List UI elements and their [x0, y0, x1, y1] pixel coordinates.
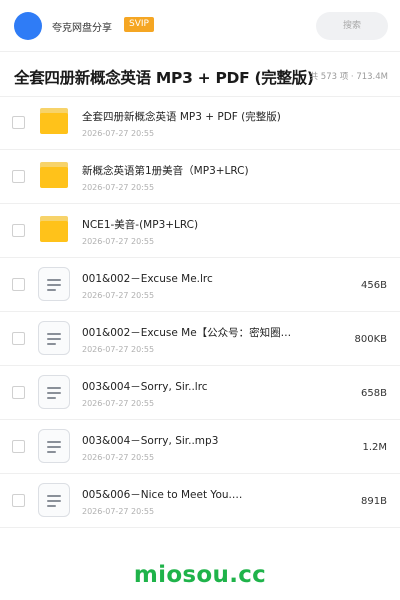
select-checkbox[interactable] [12, 386, 25, 399]
select-checkbox[interactable] [12, 440, 25, 453]
file-date: 2026-07-27 20:55 [82, 129, 155, 138]
file-row[interactable]: 003&004－Sorry, Sir..mp3 2026-07-27 20:55… [0, 420, 400, 474]
file-row[interactable]: 全套四册新概念英语 MP3 + PDF (完整版) 2026-07-27 20:… [0, 96, 400, 150]
file-size: 800KB [354, 334, 387, 345]
file-name: 新概念英语第1册美音（MP3+LRC) [82, 165, 249, 177]
svip-badge: SVIP [124, 17, 154, 32]
watermark: miosou.cc [133, 562, 267, 588]
file-row[interactable]: 005&006－Nice to Meet You.… 2026-07-27 20… [0, 474, 400, 528]
file-size: 1.2M [362, 442, 387, 453]
file-date: 2026-07-27 20:55 [82, 291, 155, 300]
file-list: 全套四册新概念英语 MP3 + PDF (完整版) 2026-07-27 20:… [0, 96, 400, 528]
document-icon [38, 267, 70, 301]
item-summary: 共 573 项 · 713.4M [309, 72, 388, 82]
file-date: 2026-07-27 20:55 [82, 345, 155, 354]
file-size: 658B [361, 388, 387, 399]
folder-icon [40, 216, 68, 242]
file-date: 2026-07-27 20:55 [82, 399, 155, 408]
header: 夸克网盘分享 SVIP [0, 0, 400, 52]
file-name: 003&004－Sorry, Sir..mp3 [82, 435, 219, 447]
document-icon [38, 321, 70, 355]
file-name: NCE1-美音-(MP3+LRC) [82, 219, 199, 231]
file-name: 005&006－Nice to Meet You.… [82, 489, 243, 501]
file-name: 001&002－Excuse Me.lrc [82, 273, 213, 285]
select-checkbox[interactable] [12, 224, 25, 237]
page-title: 全套四册新概念英语 MP3 + PDF (完整版) [14, 69, 314, 87]
document-icon [38, 483, 70, 517]
file-row[interactable]: 新概念英语第1册美音（MP3+LRC) 2026-07-27 20:55 [0, 150, 400, 204]
file-row[interactable]: NCE1-美音-(MP3+LRC) 2026-07-27 20:55 [0, 204, 400, 258]
file-size: 891B [361, 496, 387, 507]
title-row: 全套四册新概念英语 MP3 + PDF (完整版) 共 573 项 · 713.… [0, 52, 400, 98]
file-size: 456B [361, 280, 387, 291]
file-date: 2026-07-27 20:55 [82, 453, 155, 462]
select-checkbox[interactable] [12, 116, 25, 129]
search-input[interactable] [316, 12, 388, 40]
file-row[interactable]: 001&002－Excuse Me.lrc 2026-07-27 20:55 4… [0, 258, 400, 312]
file-date: 2026-07-27 20:55 [82, 183, 155, 192]
site-name: 夸克网盘分享 [52, 23, 112, 34]
file-date: 2026-07-27 20:55 [82, 507, 155, 516]
folder-icon [40, 108, 68, 134]
document-icon [38, 375, 70, 409]
select-checkbox[interactable] [12, 494, 25, 507]
select-checkbox[interactable] [12, 278, 25, 291]
file-name: 003&004－Sorry, Sir..lrc [82, 381, 208, 393]
file-name: 全套四册新概念英语 MP3 + PDF (完整版) [82, 111, 281, 123]
file-row[interactable]: 003&004－Sorry, Sir..lrc 2026-07-27 20:55… [0, 366, 400, 420]
avatar[interactable] [14, 12, 42, 40]
document-icon [38, 429, 70, 463]
select-checkbox[interactable] [12, 332, 25, 345]
file-name: 001&002－Excuse Me【公众号：密知圈… [82, 327, 292, 339]
folder-icon [40, 162, 68, 188]
file-row[interactable]: 001&002－Excuse Me【公众号：密知圈… 2026-07-27 20… [0, 312, 400, 366]
file-date: 2026-07-27 20:55 [82, 237, 155, 246]
select-checkbox[interactable] [12, 170, 25, 183]
